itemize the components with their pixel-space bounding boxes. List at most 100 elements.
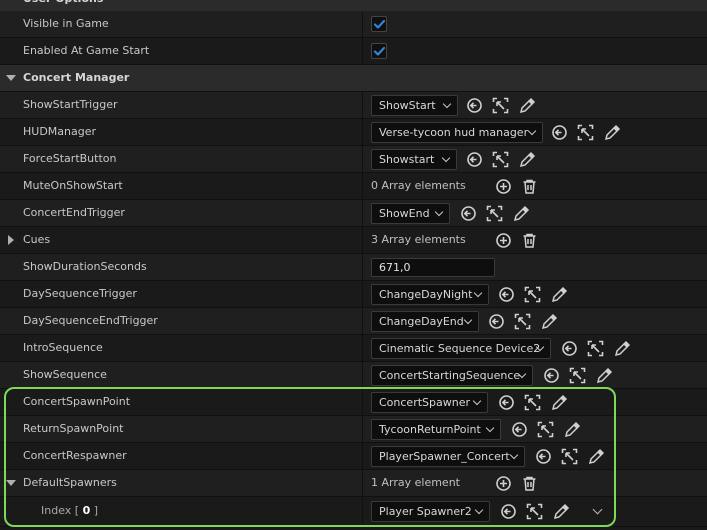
add-element-icon[interactable] xyxy=(495,178,512,195)
column-divider[interactable] xyxy=(362,389,363,415)
column-divider[interactable] xyxy=(362,281,363,307)
property-label: Visible in Game xyxy=(23,17,109,30)
concert-end-trigger-combo[interactable]: ShowEnd xyxy=(371,203,450,224)
enabled-at-game-start-checkbox[interactable] xyxy=(371,43,387,59)
combo-value: ConcertStartingSequence xyxy=(379,369,521,382)
collapse-arrow-icon[interactable] xyxy=(6,75,16,81)
pick-actor-icon[interactable] xyxy=(604,124,621,141)
delete-all-icon[interactable] xyxy=(521,178,538,195)
row-visible-in-game: Visible in Game xyxy=(0,11,707,38)
visible-in-game-checkbox[interactable] xyxy=(371,16,387,32)
hud-manager-combo[interactable]: Verse-tycoon hud manager xyxy=(371,122,543,143)
add-element-icon[interactable] xyxy=(495,232,512,249)
details-panel: User Options Visible in Game Enabled At … xyxy=(0,0,707,530)
expand-arrow-icon[interactable] xyxy=(8,235,14,245)
force-start-button-combo[interactable]: Showstart xyxy=(371,149,457,170)
combo-value: ShowStart xyxy=(379,99,436,112)
use-selected-icon[interactable] xyxy=(466,151,483,168)
pick-actor-icon[interactable] xyxy=(519,151,536,168)
row-cues[interactable]: Cues 3 Array elements xyxy=(0,227,707,254)
use-selected-icon[interactable] xyxy=(498,286,515,303)
column-divider[interactable] xyxy=(362,11,363,37)
return-spawn-point-combo[interactable]: TycoonReturnPoint xyxy=(371,419,501,440)
use-selected-icon[interactable] xyxy=(561,340,578,357)
day-sequence-end-trigger-combo[interactable]: ChangeDayEnd xyxy=(371,311,479,332)
browse-icon[interactable] xyxy=(492,151,509,168)
column-divider[interactable] xyxy=(362,335,363,361)
row-day-sequence-end-trigger: DaySequenceEndTrigger ChangeDayEnd xyxy=(0,308,707,335)
pick-actor-icon[interactable] xyxy=(553,503,570,520)
browse-icon[interactable] xyxy=(561,448,578,465)
pick-actor-icon[interactable] xyxy=(519,97,536,114)
column-divider[interactable] xyxy=(362,497,363,526)
index-suffix: ] xyxy=(93,504,99,517)
browse-icon[interactable] xyxy=(569,367,586,384)
concert-respawner-combo[interactable]: PlayerSpawner_Concert xyxy=(371,446,525,467)
concert-spawn-point-combo[interactable]: ConcertSpawner xyxy=(371,392,488,413)
browse-icon[interactable] xyxy=(587,340,604,357)
intro-sequence-combo[interactable]: Cinematic Sequence Device2 xyxy=(371,338,551,359)
show-duration-seconds-field[interactable]: 671,0 xyxy=(371,258,495,277)
column-divider[interactable] xyxy=(362,362,363,388)
index-0-spawner-combo[interactable]: Player Spawner2 xyxy=(371,501,490,522)
combo-value: ChangeDayNight xyxy=(379,288,473,301)
property-label: MuteOnShowStart xyxy=(23,179,123,192)
combo-value: Player Spawner2 xyxy=(379,505,472,518)
column-divider[interactable] xyxy=(362,308,363,334)
row-concert-respawner: ConcertRespawner PlayerSpawner_Concert xyxy=(0,443,707,470)
delete-all-icon[interactable] xyxy=(521,232,538,249)
collapse-arrow-icon[interactable] xyxy=(6,480,16,486)
browse-icon[interactable] xyxy=(524,394,541,411)
column-divider[interactable] xyxy=(362,227,363,253)
row-show-sequence: ShowSequence ConcertStartingSequence xyxy=(0,362,707,389)
use-selected-icon[interactable] xyxy=(488,313,505,330)
pick-actor-icon[interactable] xyxy=(596,367,613,384)
browse-icon[interactable] xyxy=(486,205,503,222)
checkmark-icon xyxy=(373,19,386,29)
use-selected-icon[interactable] xyxy=(551,124,568,141)
browse-icon[interactable] xyxy=(526,503,543,520)
show-start-trigger-combo[interactable]: ShowStart xyxy=(371,95,458,116)
browse-icon[interactable] xyxy=(492,97,509,114)
property-label: ShowStartTrigger xyxy=(23,98,118,111)
browse-icon[interactable] xyxy=(514,313,531,330)
use-selected-icon[interactable] xyxy=(500,503,517,520)
column-divider[interactable] xyxy=(362,254,363,280)
use-selected-icon[interactable] xyxy=(466,97,483,114)
pick-actor-icon[interactable] xyxy=(564,421,581,438)
column-divider[interactable] xyxy=(362,416,363,442)
property-label: DaySequenceEndTrigger xyxy=(23,314,158,327)
property-label: IntroSequence xyxy=(23,341,103,354)
delete-all-icon[interactable] xyxy=(521,475,538,492)
pick-actor-icon[interactable] xyxy=(551,394,568,411)
use-selected-icon[interactable] xyxy=(498,394,515,411)
pick-actor-icon[interactable] xyxy=(614,340,631,357)
use-selected-icon[interactable] xyxy=(535,448,552,465)
chevron-down-icon[interactable] xyxy=(592,504,603,515)
column-divider[interactable] xyxy=(362,443,363,469)
combo-value: TycoonReturnPoint xyxy=(379,423,481,436)
browse-icon[interactable] xyxy=(537,421,554,438)
browse-icon[interactable] xyxy=(524,286,541,303)
column-divider[interactable] xyxy=(362,146,363,172)
combo-value: Verse-tycoon hud manager xyxy=(379,126,529,139)
add-element-icon[interactable] xyxy=(495,475,512,492)
row-default-spawners[interactable]: DefaultSpawners 1 Array element xyxy=(0,470,707,497)
browse-icon[interactable] xyxy=(577,124,594,141)
column-divider[interactable] xyxy=(362,119,363,145)
show-sequence-combo[interactable]: ConcertStartingSequence xyxy=(371,365,533,386)
day-sequence-trigger-combo[interactable]: ChangeDayNight xyxy=(371,284,489,305)
pick-actor-icon[interactable] xyxy=(541,313,558,330)
pick-actor-icon[interactable] xyxy=(551,286,568,303)
column-divider[interactable] xyxy=(362,173,363,199)
column-divider[interactable] xyxy=(362,92,363,118)
column-divider[interactable] xyxy=(362,200,363,226)
use-selected-icon[interactable] xyxy=(460,205,477,222)
use-selected-icon[interactable] xyxy=(543,367,560,384)
column-divider[interactable] xyxy=(362,470,363,496)
pick-actor-icon[interactable] xyxy=(513,205,530,222)
use-selected-icon[interactable] xyxy=(511,421,528,438)
column-divider[interactable] xyxy=(362,38,363,64)
section-concert-manager[interactable]: Concert Manager xyxy=(0,65,707,92)
pick-actor-icon[interactable] xyxy=(588,448,605,465)
